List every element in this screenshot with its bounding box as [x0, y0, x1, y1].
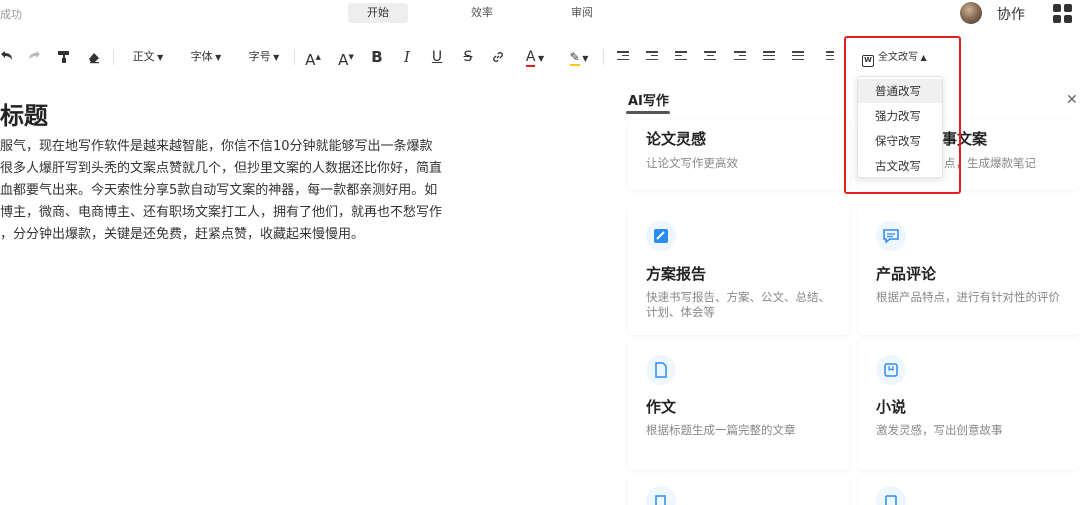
align-center-icon[interactable] — [704, 51, 716, 62]
align-left-icon[interactable] — [675, 51, 687, 62]
increase-font-label: A — [305, 51, 316, 69]
decrease-font-button[interactable]: A▼ — [338, 48, 354, 69]
highlighter-icon: ✎ — [569, 50, 580, 66]
avatar[interactable] — [960, 2, 982, 24]
status-text: 成功 — [0, 8, 22, 21]
card-essay[interactable]: 作文 根据标题生成一篇完整的文章 — [628, 340, 850, 470]
tab-efficiency[interactable]: 效率 — [452, 3, 512, 23]
indent-increase-icon[interactable] — [646, 51, 658, 62]
card-report[interactable]: 方案报告 快速书写报告、方案、公文、总结、计划、体会等 — [628, 205, 850, 335]
tab-review[interactable]: 审阅 — [552, 3, 612, 23]
card-desc: 根据标题生成一篇完整的文章 — [646, 423, 796, 437]
card-title: 产品评论 — [876, 265, 937, 283]
indent-decrease-icon[interactable] — [617, 51, 629, 62]
font-color-button[interactable]: A ▼ — [522, 48, 548, 67]
undo-icon[interactable] — [0, 50, 14, 64]
eraser-icon[interactable] — [87, 50, 101, 64]
book-icon — [876, 355, 906, 385]
report-icon — [646, 221, 676, 251]
card-desc: 根据产品特点，进行有针对性的评价 — [876, 290, 1060, 304]
strikethrough-button[interactable]: S — [461, 48, 475, 66]
document-title[interactable]: 标题 — [0, 96, 48, 131]
paragraph-line: 很多人爆肝写到头秃的文案点赞就几个，但抄里文案的人数据还比你好，简直 — [0, 161, 443, 176]
align-right-icon[interactable] — [734, 51, 746, 62]
paragraph-line: 服气，现在地写作软件是越来越智能，你信不信10分钟就能够写出一条爆款 — [0, 139, 433, 154]
card-desc: 快速书写报告、方案、公文、总结、计划、体会等 — [646, 290, 830, 319]
card-product-review[interactable]: 产品评论 根据产品特点，进行有针对性的评价 — [858, 205, 1080, 335]
italic-button[interactable]: I — [400, 48, 414, 66]
copy-icon — [646, 486, 676, 505]
ai-panel-title[interactable]: AI写作 — [628, 90, 669, 109]
underline-button[interactable]: U — [430, 48, 444, 66]
card-title: 论文灵感 — [646, 130, 707, 148]
align-justify-icon[interactable] — [763, 51, 775, 62]
clipboard-icon — [876, 486, 906, 505]
document-body[interactable]: 服气，现在地写作软件是越来越智能，你信不信10分钟就能够写出一条爆款 很多人爆肝… — [0, 136, 470, 246]
paragraph-line: 博主，微商、电商博主、还有职场文案打工人，拥有了他们，就再也不愁写作 — [0, 205, 443, 220]
paragraph-style-select[interactable]: 正文 — [128, 48, 168, 66]
decrease-font-label: A — [338, 51, 349, 69]
bold-button[interactable]: B — [370, 48, 384, 66]
card-title: 方案报告 — [646, 265, 707, 283]
card-desc: 点，生成爆款笔记 — [944, 156, 1036, 170]
close-icon[interactable]: ✕ — [1066, 92, 1078, 108]
card-title: 作文 — [646, 398, 677, 416]
card-desc: 让论文写作更高效 — [646, 156, 738, 170]
format-painter-icon[interactable] — [57, 50, 71, 64]
link-icon[interactable] — [492, 51, 504, 63]
card-more-2[interactable] — [858, 476, 1080, 505]
ai-tab-underline — [626, 111, 670, 114]
paragraph-line: 血都要气出来。今天索性分享5款自动写文案的神器，每一款都亲测好用。如 — [0, 183, 438, 198]
card-title: 小说 — [876, 398, 907, 416]
font-color-label: A — [525, 49, 536, 67]
annotation-highlight-box — [844, 36, 961, 194]
font-size-select[interactable]: 字号 — [244, 48, 284, 66]
card-novel[interactable]: 小说 激发灵感，写出创意故事 — [858, 340, 1080, 470]
font-family-select[interactable]: 字体 — [186, 48, 226, 66]
document-icon — [646, 355, 676, 385]
card-desc: 激发灵感，写出创意故事 — [876, 423, 1003, 437]
redo-icon[interactable] — [27, 50, 41, 64]
comment-icon — [876, 221, 906, 251]
collab-button[interactable]: 协作 — [997, 4, 1025, 24]
increase-font-button[interactable]: A▲ — [305, 48, 321, 69]
card-paper-inspiration[interactable]: 论文灵感 让论文写作更高效 — [628, 120, 850, 190]
top-bar: 成功 开始 效率 审阅 协作 — [0, 0, 1080, 26]
numbered-list-icon[interactable] — [822, 51, 834, 62]
card-more-1[interactable] — [628, 476, 850, 505]
apps-grid-icon[interactable] — [1051, 2, 1074, 25]
paragraph-line: ，分分钟出爆款，关键是还免费，赶紧点赞，收藏起来慢慢用。 — [0, 227, 365, 242]
tab-start[interactable]: 开始 — [348, 3, 408, 23]
highlight-color-button[interactable]: ✎ ▼ — [566, 48, 592, 66]
bullet-list-icon[interactable] — [792, 51, 804, 62]
